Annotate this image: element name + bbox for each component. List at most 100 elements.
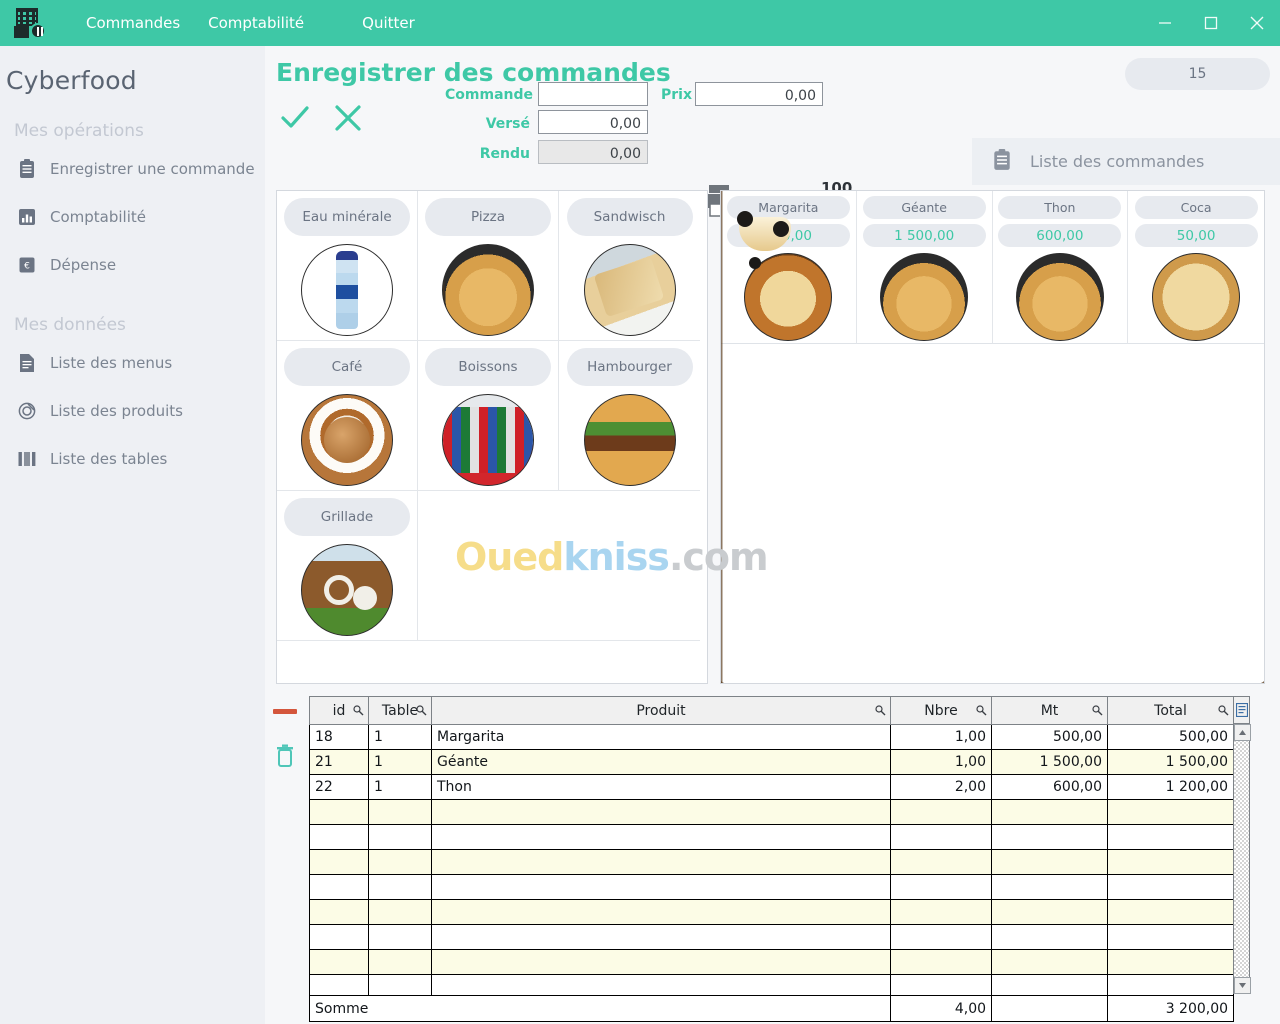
sidebar-item-liste-produits[interactable]: Liste des produits (0, 387, 265, 435)
cell-nbre[interactable]: 1,00 (890, 749, 992, 775)
close-icon[interactable] (1234, 0, 1280, 46)
commande-input[interactable] (538, 82, 648, 106)
menu-item-quitter[interactable]: Quitter (348, 8, 429, 38)
cell-id[interactable] (309, 849, 369, 875)
sidebar-item-depense[interactable]: € Dépense (0, 241, 265, 289)
verse-input[interactable]: 0,00 (538, 110, 648, 134)
menu-item-commandes[interactable]: Commandes (72, 8, 194, 38)
cell-nbre[interactable] (890, 849, 992, 875)
cell-table[interactable] (368, 824, 432, 850)
cell-nbre[interactable] (890, 949, 992, 975)
search-icon[interactable] (416, 704, 427, 720)
category-card-pizza[interactable]: Pizza (418, 191, 559, 341)
cell-id[interactable] (309, 924, 369, 950)
cell-produit[interactable] (431, 949, 891, 975)
category-card-grillade[interactable]: Grillade (277, 491, 418, 641)
cell-total[interactable] (1107, 899, 1234, 925)
cell-produit[interactable] (431, 899, 891, 925)
grid-remove-button[interactable] (273, 701, 297, 720)
cell-table[interactable] (368, 874, 432, 900)
cell-total[interactable]: 1 500,00 (1107, 749, 1234, 775)
cell-produit[interactable] (431, 924, 891, 950)
column-header-nbre[interactable]: Nbre (890, 696, 992, 725)
cell-id[interactable] (309, 899, 369, 925)
liste-commandes-button[interactable]: Liste des commandes (972, 138, 1280, 185)
category-card-boissons[interactable]: Boissons (418, 341, 559, 491)
sidebar-item-comptabilite[interactable]: Comptabilité (0, 193, 265, 241)
cell-table[interactable] (368, 899, 432, 925)
cell-total[interactable] (1107, 924, 1234, 950)
cell-mt[interactable] (991, 849, 1108, 875)
table-row[interactable] (309, 874, 1234, 900)
sidebar-item-liste-menus[interactable]: Liste des menus (0, 339, 265, 387)
cell-id[interactable]: 21 (309, 749, 369, 775)
cell-mt[interactable]: 600,00 (991, 774, 1108, 800)
column-header-produit[interactable]: Produit (431, 696, 891, 725)
cancel-button[interactable] (333, 103, 363, 137)
maximize-icon[interactable] (1188, 0, 1234, 46)
cell-nbre[interactable] (890, 799, 992, 825)
cell-nbre[interactable] (890, 824, 992, 850)
cell-id[interactable]: 22 (309, 774, 369, 800)
sidebar-item-liste-tables[interactable]: Liste des tables (0, 435, 265, 483)
cell-mt[interactable] (991, 899, 1108, 925)
cell-id[interactable] (309, 949, 369, 975)
prix-input[interactable]: 0,00 (695, 82, 823, 106)
table-row[interactable]: 21 1 Géante 1,00 1 500,00 1 500,00 (309, 749, 1234, 775)
cell-table[interactable] (368, 949, 432, 975)
cell-produit[interactable]: Margarita (431, 724, 891, 750)
cell-id[interactable]: 18 (309, 724, 369, 750)
table-row[interactable] (309, 849, 1234, 875)
cell-produit[interactable] (431, 799, 891, 825)
search-icon[interactable] (1218, 704, 1229, 720)
cell-mt[interactable]: 500,00 (991, 724, 1108, 750)
cell-nbre[interactable]: 1,00 (890, 724, 992, 750)
search-icon[interactable] (353, 704, 364, 720)
grid-options-icon[interactable] (1233, 696, 1250, 724)
table-row[interactable] (309, 799, 1234, 825)
search-icon[interactable] (976, 704, 987, 720)
cell-total[interactable] (1107, 949, 1234, 975)
cell-nbre[interactable] (890, 899, 992, 925)
table-row[interactable]: 22 1 Thon 2,00 600,00 1 200,00 (309, 774, 1234, 800)
product-card-thon[interactable]: Thon 600,00 (992, 191, 1129, 344)
category-card-cafe[interactable]: Café (277, 341, 418, 491)
search-icon[interactable] (1092, 704, 1103, 720)
category-card-hambourger[interactable]: Hambourger (559, 341, 700, 491)
sidebar-item-enregistrer-commande[interactable]: Enregistrer une commande (0, 145, 265, 193)
cell-nbre[interactable]: 2,00 (890, 774, 992, 800)
cell-total[interactable] (1107, 799, 1234, 825)
cell-mt[interactable] (991, 799, 1108, 825)
column-header-table[interactable]: Table (368, 696, 432, 725)
table-row[interactable] (309, 899, 1234, 925)
cell-table[interactable] (368, 924, 432, 950)
cell-table[interactable]: 1 (368, 774, 432, 800)
cell-produit[interactable] (431, 874, 891, 900)
column-header-id[interactable]: id (309, 696, 369, 725)
category-card-sandwisch[interactable]: Sandwisch (559, 191, 700, 341)
cell-mt[interactable] (991, 824, 1108, 850)
scroll-down-icon[interactable] (1234, 977, 1251, 994)
cell-mt[interactable] (991, 949, 1108, 975)
cell-id[interactable] (309, 799, 369, 825)
table-row[interactable] (309, 824, 1234, 850)
cell-total[interactable] (1107, 874, 1234, 900)
cell-total[interactable]: 1 200,00 (1107, 774, 1234, 800)
menu-item-comptabilite[interactable]: Comptabilité (194, 8, 318, 38)
table-row[interactable] (309, 949, 1234, 975)
column-header-total[interactable]: Total (1107, 696, 1234, 725)
cell-nbre[interactable] (890, 874, 992, 900)
trash-icon[interactable] (275, 744, 295, 772)
cell-mt[interactable] (991, 874, 1108, 900)
cell-produit[interactable]: Thon (431, 774, 891, 800)
minimize-icon[interactable] (1142, 0, 1188, 46)
grid-vertical-scrollbar[interactable] (1233, 724, 1251, 994)
cell-mt[interactable] (991, 924, 1108, 950)
cell-mt[interactable]: 1 500,00 (991, 749, 1108, 775)
cell-table[interactable]: 1 (368, 724, 432, 750)
scroll-up-icon[interactable] (1234, 724, 1251, 741)
table-row[interactable]: 18 1 Margarita 1,00 500,00 500,00 (309, 724, 1234, 750)
cell-table[interactable] (368, 849, 432, 875)
category-card-eau-minerale[interactable]: Eau minérale (277, 191, 418, 341)
cell-produit[interactable]: Géante (431, 749, 891, 775)
